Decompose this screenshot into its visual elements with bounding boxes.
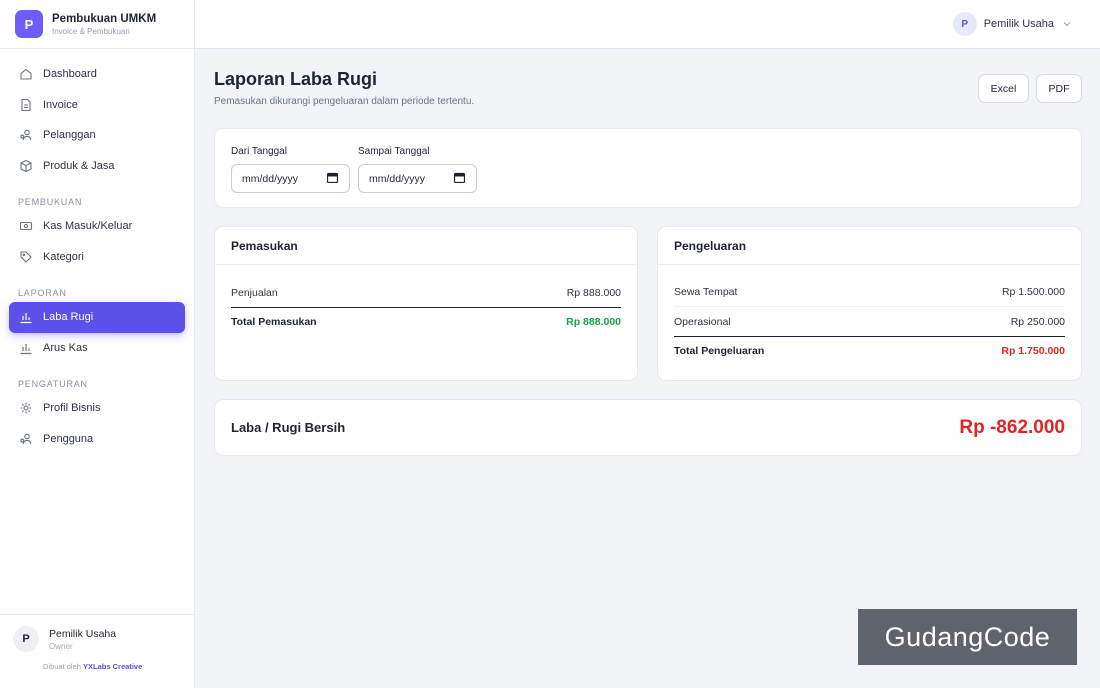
bar-chart-icon bbox=[19, 310, 33, 324]
section-pengaturan: PENGATURAN bbox=[18, 379, 88, 389]
avatar: P bbox=[13, 626, 39, 652]
calendar-icon[interactable] bbox=[326, 172, 339, 186]
brand[interactable]: P Pembukuan UMKM Invoice & Pembukuan bbox=[0, 0, 194, 49]
sidebar-item-label: Profil Bisnis bbox=[43, 402, 101, 415]
profile-role: Owner bbox=[49, 641, 73, 651]
sidebar-item-label: Produk & Jasa bbox=[43, 159, 115, 172]
sidebar-item-label: Pengguna bbox=[43, 432, 94, 445]
box-icon bbox=[19, 159, 33, 173]
table-row: Operasional Rp 250.000 bbox=[674, 307, 1065, 336]
sidebar-item-dashboard[interactable]: Dashboard bbox=[9, 59, 185, 90]
row-label: Operasional bbox=[674, 315, 731, 328]
row-value: Rp 250.000 bbox=[1010, 315, 1065, 328]
sidebar-item-label: Dashboard bbox=[43, 68, 97, 81]
sidebar-nav: Dashboard Invoice Pelanggan Produk & Jas… bbox=[0, 49, 194, 454]
income-card: Pemasukan Penjualan Rp 888.000 Total Pem… bbox=[214, 226, 638, 381]
sidebar-item-kategori[interactable]: Kategori bbox=[9, 242, 185, 273]
cash-icon bbox=[19, 219, 33, 233]
to-date-input[interactable]: mm/dd/yyyy bbox=[358, 164, 477, 193]
table-row: Penjualan Rp 888.000 bbox=[231, 278, 621, 307]
net-profit-card: Laba / Rugi Bersih Rp -862.000 bbox=[214, 399, 1082, 456]
income-title: Pemasukan bbox=[215, 227, 637, 265]
from-date-label: Dari Tanggal bbox=[231, 146, 287, 157]
sidebar-item-laba-rugi[interactable]: Laba Rugi bbox=[9, 302, 185, 333]
to-date-field: Sampai Tanggal mm/dd/yyyy bbox=[358, 146, 477, 193]
expense-title: Pengeluaran bbox=[658, 227, 1081, 265]
section-laporan: LAPORAN bbox=[18, 288, 67, 298]
to-date-label: Sampai Tanggal bbox=[358, 146, 430, 157]
net-profit-value: Rp -862.000 bbox=[959, 416, 1065, 438]
sidebar-item-label: Kategori bbox=[43, 250, 84, 263]
users-icon bbox=[19, 128, 33, 142]
brand-subtitle: Invoice & Pembukuan bbox=[52, 26, 130, 36]
user-name: Pemilik Usaha bbox=[983, 18, 1054, 30]
from-date-field: Dari Tanggal mm/dd/yyyy bbox=[231, 146, 350, 193]
calendar-icon[interactable] bbox=[453, 172, 466, 186]
total-value: Rp 1.750.000 bbox=[1001, 345, 1065, 357]
users-icon bbox=[19, 432, 33, 446]
brand-logo: P bbox=[15, 10, 43, 38]
page-title: Laporan Laba Rugi bbox=[214, 69, 378, 89]
avatar: P bbox=[952, 12, 977, 36]
total-value: Rp 888.000 bbox=[566, 316, 621, 328]
chevron-down-icon bbox=[1062, 19, 1072, 29]
sidebar-item-pelanggan[interactable]: Pelanggan bbox=[9, 120, 185, 151]
export-pdf-button[interactable]: PDF bbox=[1036, 74, 1082, 103]
credit-link[interactable]: YXLabs Creative bbox=[83, 662, 142, 671]
page-subtitle: Pemasukan dikurangi pengeluaran dalam pe… bbox=[214, 96, 475, 107]
credit-text: Dibuat oleh YXLabs Creative bbox=[13, 662, 182, 671]
tag-icon bbox=[19, 250, 33, 264]
row-value: Rp 888.000 bbox=[566, 286, 621, 299]
total-label: Total Pengeluaran bbox=[674, 345, 765, 357]
credit-prefix: Dibuat oleh bbox=[43, 662, 81, 671]
net-profit-label: Laba / Rugi Bersih bbox=[231, 420, 346, 435]
profile-name: Pemilik Usaha bbox=[49, 627, 117, 640]
sidebar-item-label: Arus Kas bbox=[43, 341, 88, 354]
income-total-row: Total Pemasukan Rp 888.000 bbox=[231, 307, 621, 336]
date-filter-card: Dari Tanggal mm/dd/yyyy Sampai Tanggal m… bbox=[214, 128, 1082, 208]
sidebar-item-label: Invoice bbox=[43, 98, 78, 111]
gear-icon bbox=[19, 401, 33, 415]
sidebar-item-label: Pelanggan bbox=[43, 129, 96, 142]
section-pembukuan: PEMBUKUAN bbox=[18, 197, 83, 207]
user-menu[interactable]: P Pemilik Usaha bbox=[952, 12, 1072, 36]
sidebar-item-profil-bisnis[interactable]: Profil Bisnis bbox=[9, 393, 185, 424]
sidebar-profile[interactable]: P Pemilik Usaha Owner Dibuat oleh YXLabs… bbox=[0, 614, 195, 688]
expense-total-row: Total Pengeluaran Rp 1.750.000 bbox=[674, 336, 1065, 365]
from-date-placeholder: mm/dd/yyyy bbox=[242, 172, 299, 185]
sidebar-item-pengguna[interactable]: Pengguna bbox=[9, 424, 185, 455]
row-label: Sewa Tempat bbox=[674, 286, 738, 298]
row-label: Penjualan bbox=[231, 286, 278, 299]
from-date-input[interactable]: mm/dd/yyyy bbox=[231, 164, 350, 193]
sidebar-item-produk-jasa[interactable]: Produk & Jasa bbox=[9, 151, 185, 182]
sidebar-item-invoice[interactable]: Invoice bbox=[9, 90, 185, 121]
total-label: Total Pemasukan bbox=[231, 316, 317, 328]
topbar: P Pemilik Usaha bbox=[195, 0, 1100, 49]
brand-title: Pembukuan UMKM bbox=[52, 12, 157, 25]
sidebar-item-kas-masuk-keluar[interactable]: Kas Masuk/Keluar bbox=[9, 211, 185, 242]
row-value: Rp 1.500.000 bbox=[1001, 286, 1065, 298]
export-excel-button[interactable]: Excel bbox=[978, 74, 1029, 103]
sidebar-item-label: Laba Rugi bbox=[43, 311, 94, 324]
sidebar-item-label: Kas Masuk/Keluar bbox=[43, 220, 133, 233]
watermark: GudangCode bbox=[858, 609, 1077, 665]
sidebar-item-arus-kas[interactable]: Arus Kas bbox=[9, 333, 185, 364]
home-icon bbox=[19, 67, 33, 81]
table-row: Sewa Tempat Rp 1.500.000 bbox=[674, 278, 1065, 307]
document-icon bbox=[19, 98, 33, 112]
sidebar: P Pembukuan UMKM Invoice & Pembukuan Das… bbox=[0, 0, 195, 688]
bar-chart-icon bbox=[19, 341, 33, 355]
expense-card: Pengeluaran Sewa Tempat Rp 1.500.000 Ope… bbox=[657, 226, 1082, 381]
to-date-placeholder: mm/dd/yyyy bbox=[369, 172, 426, 185]
